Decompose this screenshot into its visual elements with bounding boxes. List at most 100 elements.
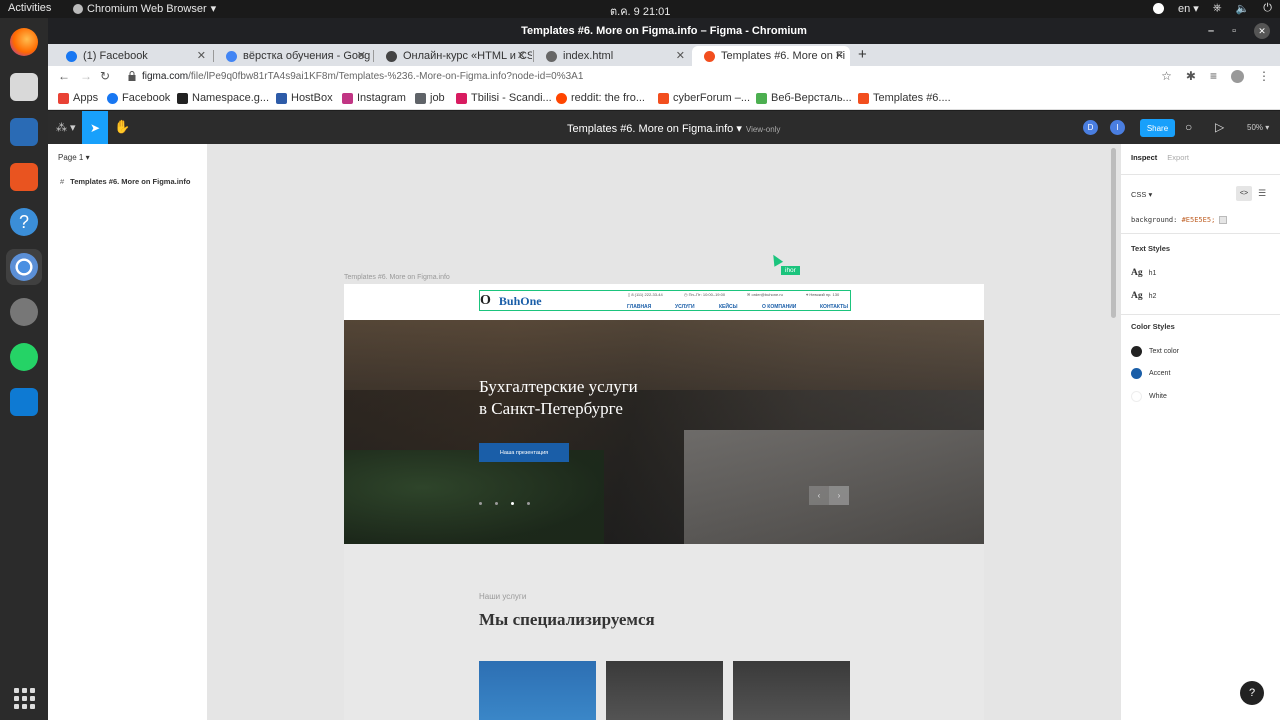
bookmark-apps[interactable]: Apps bbox=[58, 92, 98, 104]
bookmark-job[interactable]: job bbox=[415, 92, 445, 104]
design-frame[interactable]: O BuhOne ▯ 8 (111) 222-33-44 ◷ Пн–Пт: 10:… bbox=[344, 284, 984, 720]
help-button[interactable]: ? bbox=[1240, 681, 1264, 705]
hero-title-line-2: в Санкт-Петербурге bbox=[479, 399, 623, 418]
bookmark-star-icon[interactable]: ☆ bbox=[1161, 69, 1172, 83]
slider-dot-active bbox=[511, 502, 514, 505]
text-style-item[interactable]: Ag h2 bbox=[1131, 291, 1156, 301]
page-selector[interactable]: Page 1 ▾ bbox=[58, 153, 90, 162]
bookmark-web-verstal[interactable]: Веб-Версталь... bbox=[756, 92, 852, 104]
canvas-scrollbar[interactable] bbox=[1111, 148, 1116, 318]
tab-label: вёрстка обучения - Goog bbox=[243, 50, 371, 62]
code-language-select[interactable]: CSS ▾ bbox=[1131, 190, 1152, 199]
color-dot-icon bbox=[1131, 346, 1142, 357]
language-indicator[interactable]: en ▾ bbox=[1178, 2, 1199, 15]
close-tab-icon[interactable]: ✕ bbox=[357, 49, 366, 62]
chromium-dock-icon[interactable] bbox=[6, 249, 42, 285]
avatar[interactable]: I bbox=[1110, 120, 1125, 135]
bookmark-label: Instagram bbox=[357, 92, 406, 104]
bookmark-templates[interactable]: Templates #6.... bbox=[858, 92, 951, 104]
extensions-icon[interactable]: ✱ bbox=[1186, 69, 1196, 83]
bookmark-tbilisi[interactable]: Tbilisi - Scandi... bbox=[456, 92, 552, 104]
list-view-icon[interactable]: ☰ bbox=[1258, 188, 1266, 199]
maximize-icon[interactable]: ▫ bbox=[1232, 25, 1236, 37]
move-tool-icon[interactable]: ➤ bbox=[82, 111, 108, 144]
site-menu-item: КОНТАКТЫ bbox=[820, 304, 849, 310]
bookmark-namespace[interactable]: Namespace.g... bbox=[177, 92, 269, 104]
bookmark-cyberforum[interactable]: cyberForum –... bbox=[658, 92, 750, 104]
canvas[interactable]: Templates #6. More on Figma.info O BuhOne… bbox=[208, 144, 1120, 720]
figma-menu-icon[interactable]: ⁂ ▾ bbox=[56, 121, 76, 134]
text-style-item[interactable]: Ag h1 bbox=[1131, 268, 1156, 278]
toolbar-right: ☆ ✱ ≡ ⋮ bbox=[1161, 69, 1270, 83]
color-style-name: White bbox=[1149, 393, 1167, 400]
minimize-icon[interactable]: – bbox=[1208, 25, 1214, 37]
help-icon[interactable]: ? bbox=[6, 204, 42, 240]
app-menu[interactable]: Chromium Web Browser ▾ bbox=[73, 2, 216, 15]
tab-figma[interactable]: Templates #6. More on Fi ✕ bbox=[692, 46, 850, 66]
files-icon[interactable] bbox=[6, 69, 42, 105]
software-center-icon[interactable] bbox=[6, 159, 42, 195]
tab-html-course[interactable]: Онлайн-курс «HTML и CS ✕ bbox=[374, 46, 532, 66]
service-card-image bbox=[733, 661, 850, 720]
language-label: en bbox=[1177, 3, 1191, 15]
present-icon[interactable]: ▷ bbox=[1215, 120, 1224, 134]
back-icon[interactable]: ← bbox=[58, 69, 70, 83]
frame-label[interactable]: Templates #6. More on Figma.info bbox=[344, 274, 450, 281]
slider-dot bbox=[495, 502, 498, 505]
reload-icon[interactable]: ↻ bbox=[100, 69, 110, 83]
tab-google-search[interactable]: вёрстка обучения - Goog ✕ bbox=[214, 46, 372, 66]
show-apps-icon[interactable] bbox=[6, 680, 42, 716]
comment-icon[interactable]: ○ bbox=[1185, 120, 1192, 134]
volume-icon[interactable]: 🔈 bbox=[1236, 2, 1250, 15]
profile-icon[interactable] bbox=[1231, 69, 1244, 83]
power-icon[interactable]: ⏻ bbox=[1263, 2, 1272, 15]
skype-icon[interactable] bbox=[1152, 3, 1164, 14]
close-icon[interactable]: ✕ bbox=[1254, 23, 1270, 39]
whatsapp-icon[interactable] bbox=[6, 339, 42, 375]
chevron-down-icon: ▾ bbox=[210, 3, 217, 15]
hand-tool-icon[interactable]: ✋ bbox=[114, 119, 130, 135]
close-tab-icon[interactable]: ✕ bbox=[676, 49, 685, 62]
avatar[interactable]: D bbox=[1083, 120, 1098, 135]
zoom-menu[interactable]: 50% ▾ bbox=[1247, 123, 1269, 132]
app-menu-label: Chromium Web Browser bbox=[87, 2, 207, 15]
vscode-icon[interactable] bbox=[6, 384, 42, 420]
tab-inspect[interactable]: Inspect bbox=[1131, 153, 1157, 162]
color-style-item[interactable]: Text color bbox=[1131, 346, 1179, 357]
layer-item[interactable]: # Templates #6. More on Figma.info bbox=[60, 177, 190, 186]
close-tab-icon[interactable]: ✕ bbox=[197, 49, 206, 62]
bookmark-label: Веб-Версталь... bbox=[771, 92, 852, 104]
code-view-icon[interactable]: <> bbox=[1236, 186, 1252, 201]
share-button[interactable]: Share bbox=[1140, 119, 1175, 137]
firefox-icon[interactable] bbox=[6, 24, 42, 60]
close-tab-icon[interactable]: ✕ bbox=[517, 49, 526, 62]
css-property: background: bbox=[1131, 216, 1178, 224]
forward-icon[interactable]: → bbox=[80, 69, 92, 83]
arrow-left-icon: ‹ bbox=[809, 486, 829, 505]
tab-export[interactable]: Export bbox=[1167, 153, 1189, 162]
new-tab-icon[interactable]: + bbox=[858, 46, 867, 63]
writer-icon[interactable] bbox=[6, 114, 42, 150]
leaf-icon bbox=[756, 92, 767, 104]
background-code[interactable]: background: #E5E5E5; bbox=[1131, 216, 1228, 224]
network-icon[interactable]: ⎈ bbox=[1213, 2, 1222, 15]
color-style-item[interactable]: White bbox=[1131, 391, 1167, 402]
bookmark-reddit[interactable]: reddit: the fro... bbox=[556, 92, 645, 104]
file-title[interactable]: Templates #6. More on Figma.info ▾ View-o… bbox=[567, 122, 780, 135]
tab-facebook[interactable]: (1) Facebook ✕ bbox=[54, 46, 212, 66]
close-tab-icon[interactable]: ✕ bbox=[835, 49, 844, 62]
menu-dots-icon[interactable]: ⋮ bbox=[1258, 69, 1270, 83]
color-style-item[interactable]: Accent bbox=[1131, 368, 1170, 379]
tab-label: (1) Facebook bbox=[83, 50, 148, 62]
url-input[interactable]: figma.com/file/lPe9q0fbw81rTA4s9ai1KF8m/… bbox=[142, 71, 583, 82]
gimp-icon[interactable] bbox=[6, 294, 42, 330]
media-icon[interactable]: ≡ bbox=[1210, 69, 1217, 83]
hero-title: Бухгалтерские услуги в Санкт-Петербурге bbox=[479, 376, 739, 420]
tab-index-html[interactable]: index.html ✕ bbox=[534, 46, 691, 66]
bookmark-instagram[interactable]: Instagram bbox=[342, 92, 406, 104]
bookmark-hostbox[interactable]: HostBox bbox=[276, 92, 333, 104]
email-info: ✉ order@buhone.ru bbox=[747, 292, 783, 297]
bookmark-facebook[interactable]: Facebook bbox=[107, 92, 170, 104]
site-header[interactable]: O BuhOne ▯ 8 (111) 222-33-44 ◷ Пн–Пт: 10:… bbox=[344, 284, 984, 320]
activities-button[interactable]: Activities bbox=[8, 2, 51, 14]
